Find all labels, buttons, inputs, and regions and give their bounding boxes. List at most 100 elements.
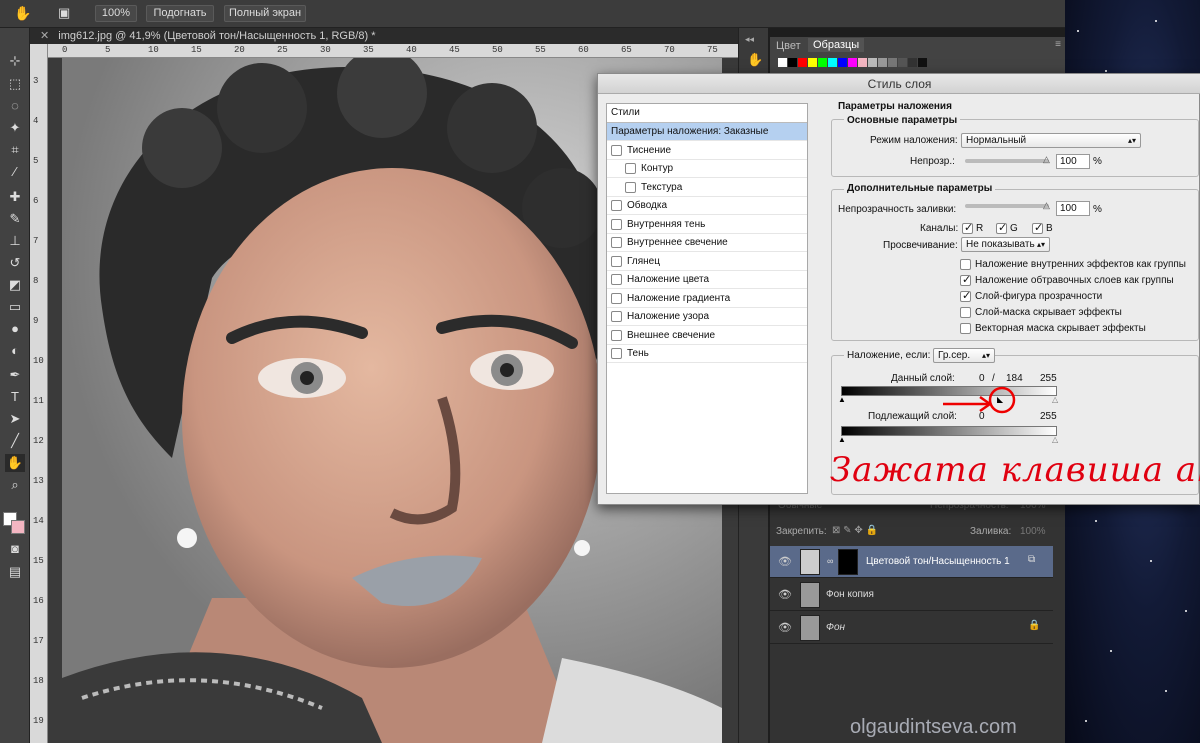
color-swatch[interactable] [878,58,887,67]
color-swatch[interactable] [838,58,847,67]
fill-slider-handle[interactable]: △ [1043,200,1050,211]
pen-tool-icon[interactable]: ✒ [5,366,25,384]
dodge-tool-icon[interactable]: ◐ [5,342,25,360]
blend-if-select[interactable]: Гр.сер. ▴▾ [933,348,995,363]
fit-screen-button[interactable]: Подогнать [146,5,214,22]
blend-interior-effects-checkbox[interactable] [960,259,971,270]
style-checkbox[interactable] [611,329,622,341]
magic-wand-tool-icon[interactable]: ✦ [5,119,25,137]
layer-row-background[interactable]: 👁 Фон 🔒 [770,612,1053,644]
fill-opacity-field[interactable]: 100 [1056,201,1090,216]
zoom-tool-icon[interactable]: ⌕ [5,476,25,494]
eye-icon[interactable]: 👁 [778,555,792,568]
brush-tool-icon[interactable]: ✎ [5,210,25,228]
panel-menu-icon[interactable]: ≡ [1055,39,1061,50]
type-tool-icon[interactable]: T [5,388,25,406]
style-list-item[interactable]: Наложение градиента [607,290,807,308]
style-list-item[interactable]: Глянец [607,253,807,271]
healing-tool-icon[interactable]: ✚ [5,188,25,206]
hand-tool-icon[interactable]: ✋ [5,454,25,472]
style-checkbox[interactable] [611,311,622,322]
style-checkbox[interactable] [611,348,622,359]
layer-row-background-copy[interactable]: 👁 Фон копия [770,579,1053,611]
style-list-item[interactable]: Параметры наложения: Заказные [607,123,807,141]
lock-icons[interactable]: ⊠ ✎ ✥ 🔒 [832,525,878,536]
tab-swatches[interactable]: Образцы [808,38,865,52]
opacity-slider[interactable] [965,159,1049,163]
line-tool-icon[interactable]: ╱ [5,432,25,450]
color-swatch[interactable] [788,58,797,67]
style-list-item[interactable]: Тиснение [607,142,807,160]
this-layer-white-slider[interactable]: △ [1052,395,1058,404]
opacity-slider-handle[interactable]: △ [1043,154,1050,165]
color-swatch[interactable] [848,58,857,67]
color-swatch[interactable] [858,58,867,67]
style-list-item[interactable]: Обводка [607,197,807,215]
screen-mode-icon[interactable]: ▤ [5,563,25,581]
style-checkbox[interactable] [611,144,622,156]
underlying-layer-gradient[interactable] [841,426,1057,436]
zoom-100-button[interactable]: 100% [95,5,137,22]
color-swatch[interactable] [868,58,877,67]
underlying-black-slider[interactable]: ▲ [838,435,846,444]
style-list-item[interactable]: Текстура [607,179,807,197]
gradient-tool-icon[interactable]: ▭ [5,298,25,316]
style-checkbox[interactable] [611,292,622,304]
layer-row-hue-saturation[interactable]: 👁 ∞ Цветовой тон/Насыщенность 1 ⧉ [770,546,1053,578]
crop-tool-icon[interactable]: ⌗ [5,141,25,159]
style-list-item[interactable]: Внешнее свечение [607,327,807,345]
opacity-field[interactable]: 100 [1056,154,1090,169]
style-list-item[interactable]: Контур [607,160,807,178]
vertical-ruler[interactable]: 34567891011121314151617181920 [30,44,48,743]
move-tool-icon[interactable]: ⊹ [5,52,25,70]
style-checkbox[interactable] [611,274,622,285]
eye-icon[interactable]: 👁 [778,621,792,634]
layer-mask-hides-checkbox[interactable] [960,307,971,318]
eye-icon[interactable]: 👁 [778,588,792,601]
color-swatch[interactable] [808,58,817,67]
tab-color[interactable]: Цвет [776,40,801,52]
fill-value[interactable]: 100% [1020,526,1046,537]
path-selection-tool-icon[interactable]: ➤ [5,410,25,428]
layer-name[interactable]: Цветовой тон/Насыщенность 1 [866,556,1010,567]
eyedropper-tool-icon[interactable]: ⁄ [5,163,25,181]
fill-opacity-slider[interactable] [965,204,1049,208]
collapse-icon[interactable]: ◂◂ [745,34,754,45]
style-list-item[interactable]: Внутреннее свечение [607,234,807,252]
knockout-select[interactable]: Не показывать ▴▾ [961,237,1050,252]
hand-panel-icon[interactable]: ✋ [747,52,763,68]
document-tab[interactable]: ✕ img612.jpg @ 41,9% (Цветовой тон/Насыщ… [30,28,738,44]
stamp-tool-icon[interactable]: ⊥ [5,232,25,250]
blend-mode-select[interactable]: Нормальный ▴▾ [961,133,1141,148]
style-checkbox[interactable] [611,200,622,211]
style-list-item[interactable]: Тень [607,345,807,363]
color-swatch[interactable] [918,58,927,67]
lasso-tool-icon[interactable]: ◌ [5,97,25,115]
style-checkbox[interactable] [611,218,622,230]
this-layer-black-slider[interactable]: ▲ [838,395,846,404]
quick-mask-icon[interactable]: ◙ [5,540,25,558]
background-color-swatch[interactable] [11,520,25,534]
hand-tool-icon[interactable]: ✋ [14,5,31,22]
channel-b-checkbox[interactable] [1032,221,1043,234]
color-swatch[interactable] [818,58,827,67]
close-tab-icon[interactable]: ✕ [40,30,49,42]
marquee-tool-icon[interactable]: ⬚ [5,75,25,93]
layer-name[interactable]: Фон [826,622,845,633]
vector-mask-hides-checkbox[interactable] [960,323,971,334]
style-list-item[interactable]: Наложение цвета [607,271,807,289]
style-checkbox[interactable] [611,255,622,267]
channel-g-checkbox[interactable] [996,221,1007,234]
style-checkbox[interactable] [625,181,636,193]
arrange-icon[interactable]: ▣ [58,5,70,21]
style-checkbox[interactable] [625,163,636,174]
transparency-shapes-checkbox[interactable] [960,289,971,302]
color-swatch[interactable] [888,58,897,67]
color-swatch[interactable] [898,58,907,67]
full-screen-button[interactable]: Полный экран [224,5,306,22]
blur-tool-icon[interactable]: ● [5,320,25,338]
channel-r-checkbox[interactable] [962,221,973,234]
color-swatch[interactable] [908,58,917,67]
color-swatch[interactable] [778,58,787,67]
horizontal-ruler[interactable]: 0 5 10 15 20 25 30 35 40 45 50 55 60 65 70 75 [48,44,738,58]
